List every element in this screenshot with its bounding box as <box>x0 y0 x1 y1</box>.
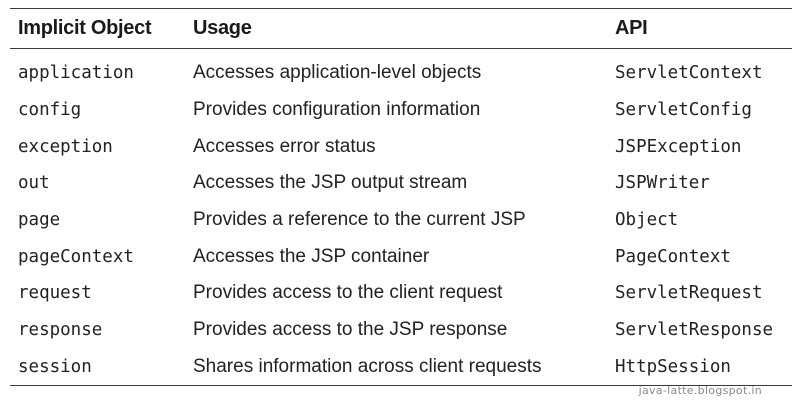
watermark-credit: java-latte.blogspot.in <box>638 384 762 397</box>
usage-text: Provides access to the JSP response <box>193 319 508 341</box>
implicit-objects-table-container: Implicit Object Usage API application Ac… <box>10 8 792 386</box>
table-row: page Provides a reference to the current… <box>10 202 792 239</box>
api-class: HttpSession <box>615 356 731 377</box>
api-class: Object <box>615 210 679 231</box>
object-name: page <box>18 210 61 231</box>
header-row: Implicit Object Usage API <box>10 8 792 49</box>
table-row: application Accesses application-level o… <box>10 49 792 92</box>
api-class: JSPWriter <box>615 173 710 194</box>
usage-text: Provides a reference to the current JSP <box>193 209 526 231</box>
object-name: pageContext <box>18 246 134 267</box>
usage-text: Shares information across client request… <box>193 355 542 377</box>
usage-text: Provides configuration information <box>193 99 481 121</box>
table-row: pageContext Accesses the JSP container P… <box>10 238 792 275</box>
object-name: application <box>18 63 134 84</box>
usage-text: Accesses error status <box>193 135 376 157</box>
object-name: response <box>18 320 103 341</box>
object-name: request <box>18 283 92 304</box>
table-row: exception Accesses error status JSPExcep… <box>10 128 792 165</box>
usage-text: Accesses the JSP container <box>193 245 430 267</box>
usage-text: Accesses the JSP output stream <box>193 172 468 194</box>
object-name: exception <box>18 136 113 157</box>
header-implicit-object: Implicit Object <box>18 17 152 39</box>
header-api: API <box>615 17 648 39</box>
api-class: ServletConfig <box>615 100 752 121</box>
table-body: application Accesses application-level o… <box>10 49 792 386</box>
header-usage: Usage <box>193 17 252 39</box>
table-row: response Provides access to the JSP resp… <box>10 312 792 349</box>
table-row: request Provides access to the client re… <box>10 275 792 312</box>
api-class: PageContext <box>615 246 731 267</box>
usage-text: Provides access to the client request <box>193 282 503 304</box>
api-class: ServletRequest <box>615 283 763 304</box>
implicit-objects-table: Implicit Object Usage API application Ac… <box>10 8 792 386</box>
object-name: session <box>18 356 92 377</box>
object-name: out <box>18 173 50 194</box>
table-row: config Provides configuration informatio… <box>10 92 792 129</box>
api-class: ServletContext <box>615 63 763 84</box>
usage-text: Accesses application-level objects <box>193 62 482 84</box>
table-row: out Accesses the JSP output stream JSPWr… <box>10 165 792 202</box>
api-class: ServletResponse <box>615 320 774 341</box>
table-row: session Shares information across client… <box>10 349 792 386</box>
table-header: Implicit Object Usage API <box>10 8 792 49</box>
object-name: config <box>18 100 82 121</box>
api-class: JSPException <box>615 136 742 157</box>
